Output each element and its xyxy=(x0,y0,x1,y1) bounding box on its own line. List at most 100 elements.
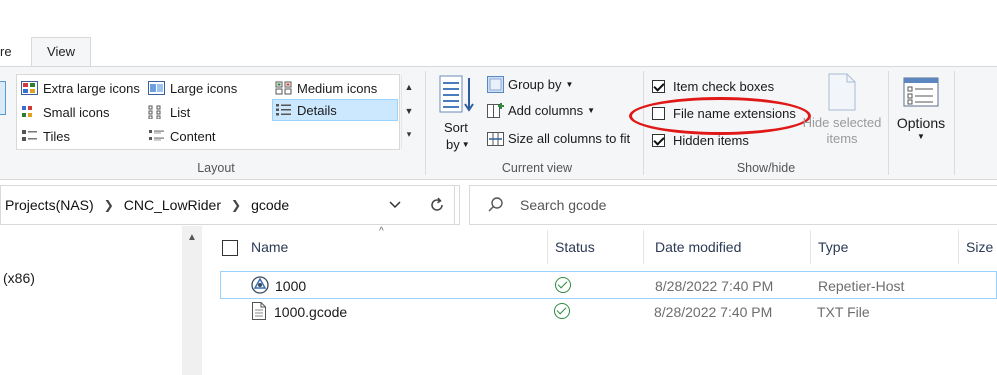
column-divider[interactable] xyxy=(547,230,548,264)
search-icon xyxy=(488,197,503,212)
group-by-label: Group by xyxy=(508,77,562,92)
options-button[interactable]: Options ▼ xyxy=(894,77,948,157)
item-check-boxes-checkbox[interactable] xyxy=(652,80,665,93)
layout-item-label: Details xyxy=(297,102,337,118)
hidden-items-checkbox[interactable] xyxy=(652,134,665,147)
layout-item-label: Medium icons xyxy=(297,80,378,96)
size-columns-icon xyxy=(487,132,504,146)
size-all-columns-button[interactable]: Size all columns to fit xyxy=(487,130,630,147)
sort-ascending-icon: ^ xyxy=(379,226,384,237)
chevron-right-icon[interactable]: ❯ xyxy=(104,198,114,212)
text-file-icon xyxy=(252,302,266,320)
column-divider[interactable] xyxy=(643,230,644,264)
layout-small-icons[interactable]: Small icons xyxy=(21,101,109,123)
select-all-checkbox[interactable] xyxy=(222,240,238,256)
address-bar[interactable]: Projects(NAS) ❯ CNC_LowRider ❯ gcode xyxy=(0,185,460,225)
medium-icons-icon xyxy=(275,81,292,95)
chevron-down-icon[interactable] xyxy=(387,196,403,212)
sync-ok-icon xyxy=(555,277,571,293)
options-label: Options xyxy=(896,115,946,131)
pane-button-partial[interactable] xyxy=(0,81,6,115)
add-columns-button[interactable]: Add columns ▼ xyxy=(487,102,595,119)
layout-item-label: Extra large icons xyxy=(43,80,140,96)
layout-item-label: Small icons xyxy=(43,104,110,120)
ribbon-view: Extra large icons Large icons Medium ico… xyxy=(0,66,997,180)
column-header-size[interactable]: Size xyxy=(966,239,993,255)
layout-details[interactable]: Details xyxy=(272,99,398,121)
gallery-expand-icon[interactable]: ▾ xyxy=(402,123,416,147)
group-label-show-hide: Show/hide xyxy=(736,161,796,175)
breadcrumb-item[interactable]: Projects(NAS) xyxy=(5,197,94,213)
layout-item-label: List xyxy=(170,104,191,120)
sync-ok-icon xyxy=(554,303,570,319)
add-columns-label: Add columns xyxy=(508,103,584,118)
column-header-type[interactable]: Type xyxy=(818,239,848,255)
layout-content[interactable]: Content xyxy=(148,125,216,147)
layout-gallery-scrollbar[interactable]: ▲ ▼ ▾ xyxy=(401,75,416,149)
item-check-boxes-label: Item check boxes xyxy=(673,79,775,94)
search-input[interactable]: Search gcode xyxy=(469,185,997,225)
layout-gallery: Extra large icons Large icons Medium ico… xyxy=(16,74,413,150)
layout-item-label: Content xyxy=(170,128,216,144)
hide-selected-line2: items xyxy=(826,131,858,146)
layout-medium-icons[interactable]: Medium icons xyxy=(275,77,377,99)
column-header-date-modified[interactable]: Date modified xyxy=(655,239,741,255)
nav-item[interactable]: (x86) xyxy=(3,270,35,286)
item-check-boxes-toggle[interactable]: Item check boxes xyxy=(652,79,774,94)
content-icon xyxy=(149,130,164,141)
size-all-columns-label: Size all columns to fit xyxy=(508,131,631,146)
hidden-items-toggle[interactable]: Hidden items xyxy=(652,133,749,148)
layout-item-label: Tiles xyxy=(43,128,70,144)
sort-by-button[interactable]: Sort by ▼ xyxy=(436,73,478,157)
repetier-host-icon xyxy=(251,276,269,294)
breadcrumb-item[interactable]: gcode xyxy=(251,197,289,213)
details-icon xyxy=(276,104,291,116)
hide-selected-line1: Hide selected xyxy=(802,115,882,130)
scroll-down-icon[interactable]: ▼ xyxy=(402,99,416,123)
refresh-button[interactable] xyxy=(420,185,455,225)
hidden-items-label: Hidden items xyxy=(673,133,749,148)
refresh-icon xyxy=(431,197,443,211)
search-placeholder: Search gcode xyxy=(520,197,607,213)
tab-share[interactable]: re xyxy=(0,44,12,66)
layout-extra-large-icons[interactable]: Extra large icons xyxy=(21,77,140,99)
scroll-up-icon[interactable]: ▲ xyxy=(182,232,202,243)
ribbon-tab-strip: re View xyxy=(0,0,997,67)
small-icons-icon xyxy=(22,106,32,117)
large-icons-icon xyxy=(148,81,165,95)
layout-large-icons[interactable]: Large icons xyxy=(148,77,237,99)
sort-label: Sort xyxy=(444,120,468,135)
file-name[interactable]: 1000 xyxy=(275,278,306,294)
group-divider xyxy=(425,71,426,175)
nav-pane-scrollbar[interactable]: ▲ xyxy=(182,226,202,375)
column-header-row: ^ Name Status Date modified Type Size xyxy=(215,226,997,264)
sort-by-icon xyxy=(439,75,474,113)
hide-selected-icon xyxy=(828,73,856,111)
tab-view[interactable]: View xyxy=(31,37,91,67)
options-icon xyxy=(903,77,939,107)
group-label-current-view: Current view xyxy=(501,161,573,175)
layout-tiles[interactable]: Tiles xyxy=(21,125,70,147)
chevron-right-icon[interactable]: ❯ xyxy=(231,198,241,212)
dropdown-arrow-icon: ▼ xyxy=(587,106,596,115)
scroll-up-icon[interactable]: ▲ xyxy=(402,75,416,99)
dropdown-arrow-icon: ▼ xyxy=(917,132,925,141)
column-divider[interactable] xyxy=(810,230,811,264)
group-divider xyxy=(888,71,889,175)
group-by-button[interactable]: Group by ▼ xyxy=(487,76,573,93)
add-columns-icon xyxy=(487,103,504,118)
file-name[interactable]: 1000.gcode xyxy=(274,304,347,320)
extra-large-icons-icon xyxy=(21,81,38,95)
column-header-status[interactable]: Status xyxy=(555,239,595,255)
column-divider[interactable] xyxy=(958,230,959,264)
group-divider xyxy=(954,71,955,175)
layout-list[interactable]: List xyxy=(148,101,190,123)
dropdown-arrow-icon: ▼ xyxy=(461,140,470,149)
file-row[interactable]: 1000.gcode 8/28/2022 7:40 PM TXT File xyxy=(220,298,997,326)
group-by-icon xyxy=(487,76,504,93)
file-row[interactable]: 1000 8/28/2022 7:40 PM Repetier-Host xyxy=(220,271,997,299)
layout-item-label: Large icons xyxy=(170,80,238,96)
hide-selected-items-button[interactable]: Hide selected items xyxy=(800,73,884,159)
breadcrumb-item[interactable]: CNC_LowRider xyxy=(124,197,221,213)
column-header-name[interactable]: Name xyxy=(251,239,288,255)
